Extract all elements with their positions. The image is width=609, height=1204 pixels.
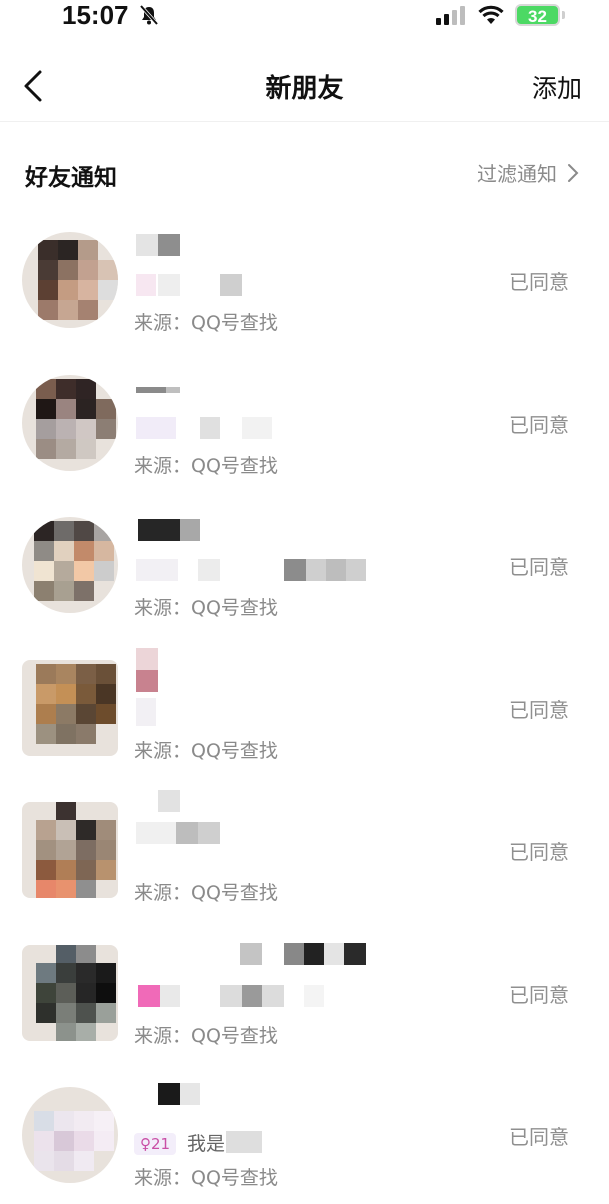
source-text: 来源：QQ号查找 xyxy=(134,597,278,619)
nickname-mosaic xyxy=(136,647,166,670)
chevron-right-icon xyxy=(568,163,579,182)
status-badge: 已同意 xyxy=(509,270,569,294)
nickname-mosaic xyxy=(136,519,206,541)
info-mosaic xyxy=(136,822,246,844)
battery-icon: 32 xyxy=(515,4,560,26)
avatar[interactable] xyxy=(22,659,118,756)
info-mosaic xyxy=(136,984,336,1007)
avatar[interactable] xyxy=(22,1087,118,1183)
status-badge: 已同意 xyxy=(509,555,569,579)
friend-request-list: 来源：QQ号查找 已同意 来源：QQ号查找 已同意 来源：QQ号查找 已同意 来… xyxy=(0,206,609,1204)
source-text: 来源：QQ号查找 xyxy=(134,312,278,334)
list-item[interactable]: 来源：QQ号查找 已同意 xyxy=(0,491,609,634)
avatar[interactable] xyxy=(22,944,118,1041)
nickname-mosaic xyxy=(136,234,196,256)
signal-icon xyxy=(436,6,465,25)
mute-icon xyxy=(139,4,159,26)
status-badge: 已同意 xyxy=(509,840,569,864)
status-time: 15:07 xyxy=(62,0,129,30)
info-mosaic xyxy=(136,697,166,726)
avatar[interactable] xyxy=(22,517,118,613)
status-badge: 已同意 xyxy=(509,982,569,1007)
status-bar: 15:07 32 xyxy=(0,0,609,34)
status-badge: 已同意 xyxy=(509,412,569,437)
nickname-mosaic xyxy=(136,669,166,692)
nav-bar: 新朋友 添加 xyxy=(0,50,609,122)
bio-text: 我是 xyxy=(187,1133,226,1155)
source-text: 来源：QQ号查找 xyxy=(134,1024,278,1047)
list-item[interactable]: 来源：QQ号查找 已同意 xyxy=(0,634,609,777)
source-text: 来源：QQ号查找 xyxy=(134,454,278,477)
avatar[interactable] xyxy=(22,232,118,328)
info-mosaic xyxy=(136,559,376,581)
info-mosaic xyxy=(136,274,256,296)
nickname-mosaic xyxy=(136,379,196,401)
list-item[interactable]: ♀21 我是 来源：QQ号查找 已同意 xyxy=(0,1061,609,1204)
info-mosaic xyxy=(226,1131,286,1153)
status-badge: 已同意 xyxy=(509,1125,569,1149)
list-item[interactable]: 来源：QQ号查找 已同意 xyxy=(0,919,609,1062)
page-title: 新朋友 xyxy=(265,74,344,104)
gender-age-badge: ♀21 xyxy=(134,1133,177,1155)
status-badge: 已同意 xyxy=(509,697,569,722)
filter-notifications-link[interactable]: 过滤通知 xyxy=(477,158,579,187)
source-text: 来源：QQ号查找 xyxy=(134,1167,278,1189)
filter-label: 过滤通知 xyxy=(477,162,557,186)
list-item[interactable]: 来源：QQ号查找 已同意 xyxy=(0,776,609,919)
nickname-mosaic xyxy=(136,790,186,812)
source-text: 来源：QQ号查找 xyxy=(134,882,278,904)
list-item[interactable]: 来源：QQ号查找 已同意 xyxy=(0,206,609,349)
nickname-mosaic xyxy=(240,942,480,965)
nickname-mosaic xyxy=(136,1083,206,1105)
info-mosaic xyxy=(136,416,286,439)
avatar[interactable] xyxy=(22,802,118,898)
avatar[interactable] xyxy=(22,374,118,471)
friend-notifications-header: 好友通知 过滤通知 xyxy=(0,150,609,196)
battery-cap xyxy=(562,11,565,19)
section-title: 好友通知 xyxy=(25,165,117,191)
list-item[interactable]: 来源：QQ号查找 已同意 xyxy=(0,349,609,492)
wifi-icon xyxy=(478,5,504,24)
source-text: 来源：QQ号查找 xyxy=(134,739,278,762)
add-button[interactable]: 添加 xyxy=(532,69,582,105)
